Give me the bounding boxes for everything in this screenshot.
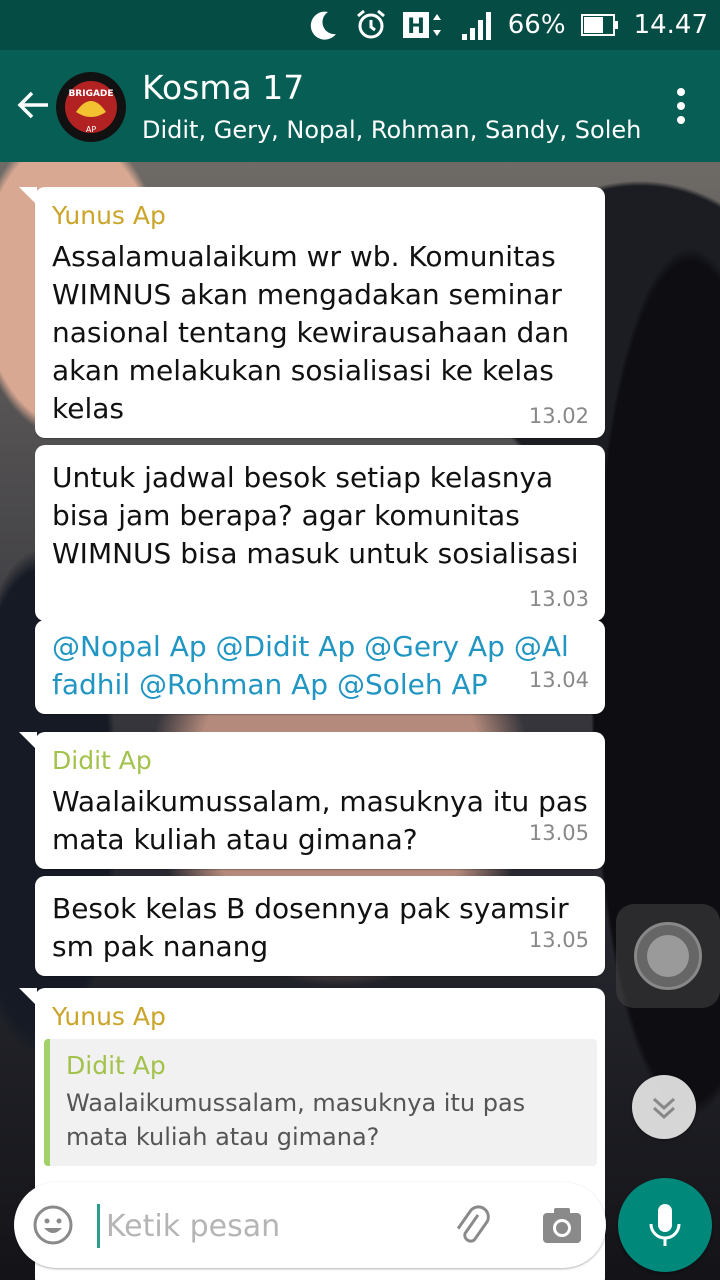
group-avatar[interactable]: BRIGADE AP xyxy=(56,72,126,142)
scroll-to-bottom-button[interactable] xyxy=(632,1075,696,1139)
text-cursor xyxy=(97,1204,100,1248)
chat-title[interactable]: Kosma 17 xyxy=(142,68,304,107)
alarm-icon xyxy=(356,9,385,39)
voice-record-button[interactable] xyxy=(618,1178,712,1272)
status-bar: H 66% 14.47 xyxy=(0,0,720,50)
message-time: 13.05 xyxy=(528,821,589,845)
assistive-touch-button[interactable] xyxy=(616,904,720,1008)
message-composer xyxy=(14,1182,606,1268)
attach-icon[interactable] xyxy=(450,1204,496,1250)
emoji-icon[interactable] xyxy=(32,1204,74,1246)
svg-text:AP: AP xyxy=(86,125,96,134)
more-vert-icon[interactable] xyxy=(676,88,686,124)
message-input[interactable] xyxy=(104,1198,438,1254)
message-bubble[interactable]: Untuk jadwal besok setiap kelasnya bisa … xyxy=(35,445,605,621)
back-arrow-icon[interactable] xyxy=(14,86,52,124)
quoted-message[interactable]: Didit Ap Waalaikumussalam, masuknya itu … xyxy=(44,1039,597,1166)
message-text: Waalaikumussalam, masuknya itu pas mata … xyxy=(52,785,588,856)
message-bubble[interactable]: @Nopal Ap @Didit Ap @Gery Ap @Al fadhil … xyxy=(35,620,605,714)
camera-icon[interactable] xyxy=(540,1204,584,1248)
mention-link[interactable]: @Didit Ap xyxy=(216,630,365,663)
participants-list[interactable]: Didit, Gery, Nopal, Rohman, Sandy, Soleh… xyxy=(142,116,642,144)
brigade-logo: BRIGADE AP xyxy=(58,74,124,140)
message-text: Besok kelas B dosennya pak syamsir sm pa… xyxy=(52,892,569,963)
message-text: Assalamualaikum wr wb. Komunitas WIMNUS … xyxy=(52,240,570,425)
message-time: 13.02 xyxy=(528,404,589,428)
chat-area[interactable]: Yunus Ap Assalamualaikum wr wb. Komunita… xyxy=(0,162,720,1280)
message-sender[interactable]: Yunus Ap xyxy=(52,201,589,230)
message-bubble[interactable]: Yunus Ap Assalamualaikum wr wb. Komunita… xyxy=(19,187,605,438)
cell-signal-icon xyxy=(461,12,491,40)
message-bubble[interactable]: Didit Ap Waalaikumussalam, masuknya itu … xyxy=(19,732,605,869)
quoted-sender: Didit Ap xyxy=(66,1051,166,1080)
mention-link[interactable]: @Soleh AP xyxy=(337,668,488,701)
message-time: 13.05 xyxy=(528,928,589,952)
quoted-text: Waalaikumussalam, masuknya itu pas mata … xyxy=(66,1089,526,1151)
message-sender[interactable]: Yunus Ap xyxy=(52,1002,589,1031)
mention-link[interactable]: @Nopal Ap xyxy=(52,630,216,663)
message-time: 13.03 xyxy=(528,587,589,611)
hplus-signal-icon: H xyxy=(402,12,441,38)
battery-icon xyxy=(580,14,618,36)
mention-link[interactable]: @Rohman Ap xyxy=(139,668,337,701)
mic-icon xyxy=(649,1204,681,1246)
mention-link[interactable]: @Gery Ap xyxy=(364,630,514,663)
chevron-double-down-icon xyxy=(652,1097,676,1120)
message-sender[interactable]: Didit Ap xyxy=(52,746,589,775)
message-time: 13.04 xyxy=(528,668,589,692)
clock: 14.47 xyxy=(633,10,708,40)
message-bubble[interactable]: Besok kelas B dosennya pak syamsir sm pa… xyxy=(35,876,605,976)
moon-icon xyxy=(310,11,336,40)
chat-header: BRIGADE AP Kosma 17 Didit, Gery, Nopal, … xyxy=(0,50,720,162)
message-text: Untuk jadwal besok setiap kelasnya bisa … xyxy=(52,461,579,570)
battery-percent: 66% xyxy=(507,10,566,40)
svg-text:BRIGADE: BRIGADE xyxy=(68,89,113,99)
svg-text:H: H xyxy=(407,14,425,38)
